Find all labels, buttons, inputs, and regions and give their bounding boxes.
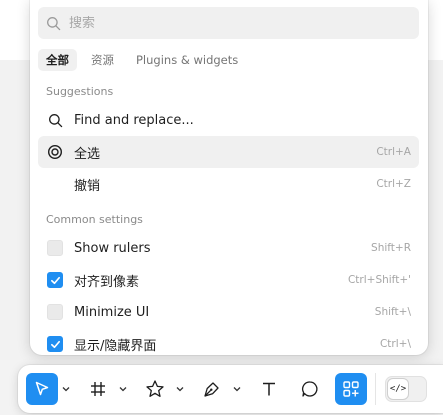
action-undo[interactable]: 撤销 Ctrl+Z (38, 168, 419, 200)
move-tool-dropdown[interactable] (61, 383, 71, 395)
frame-tool-dropdown[interactable] (118, 383, 128, 395)
target-icon (46, 143, 64, 161)
text-t-icon (263, 382, 275, 396)
search-icon (46, 111, 64, 129)
search-box[interactable] (38, 7, 419, 39)
action-label: 撤销 (74, 178, 101, 194)
setting-label: Show rulers (74, 240, 151, 256)
pen-tool-button[interactable] (196, 373, 228, 405)
quick-actions-popup: 全部 资源 Plugins & widgets Suggestions Find… (30, 0, 428, 355)
actions-tool-button[interactable] (335, 373, 367, 405)
chevron-down-icon (119, 387, 127, 392)
toolbar-separator (375, 373, 376, 405)
chevron-down-icon (62, 387, 70, 392)
text-tool-button[interactable] (253, 373, 285, 405)
tab-plugins-widgets[interactable]: Plugins & widgets (128, 49, 246, 71)
checkbox-checked[interactable] (47, 336, 63, 352)
checkbox-checked[interactable] (47, 272, 63, 288)
search-icon (47, 16, 61, 30)
setting-minimize-ui[interactable]: Minimize UI Shift+\ (38, 296, 419, 328)
bottom-toolbar: </> (18, 365, 443, 413)
action-shortcut: Ctrl+A (376, 146, 411, 158)
action-select-all[interactable]: 全选 Ctrl+A (38, 136, 419, 168)
pen-tool-dropdown[interactable] (232, 383, 242, 395)
move-tool-button[interactable] (26, 373, 58, 405)
dev-mode-toggle[interactable]: </> (385, 376, 427, 402)
check-icon (50, 340, 60, 348)
action-label: 全选 (74, 146, 101, 162)
shape-tool-dropdown[interactable] (175, 383, 185, 395)
frame-tool-button[interactable] (82, 373, 114, 405)
search-input[interactable] (69, 15, 389, 31)
comment-tool-button[interactable] (294, 373, 326, 405)
checkbox-unchecked[interactable] (47, 304, 63, 320)
action-shortcut: Ctrl+Z (376, 178, 411, 190)
section-title-suggestions: Suggestions (46, 85, 114, 98)
chevron-down-icon (233, 387, 241, 392)
star-icon (146, 380, 164, 397)
code-icon: </> (387, 378, 409, 400)
tab-assets[interactable]: 资源 (83, 49, 122, 71)
setting-label: 对齐到像素 (74, 274, 140, 290)
setting-label: 显示/隐藏界面 (74, 338, 157, 354)
setting-show-rulers[interactable]: Show rulers Shift+R (38, 232, 419, 264)
setting-label: Minimize UI (74, 304, 150, 320)
setting-toggle-ui[interactable]: 显示/隐藏界面 Ctrl+\ (38, 328, 419, 355)
setting-shortcut: Ctrl+Shift+' (347, 274, 411, 286)
tab-bar: 全部 资源 Plugins & widgets (38, 49, 246, 71)
apps-grid-icon (343, 381, 359, 397)
pen-nib-icon (204, 382, 219, 397)
setting-snap-to-pixel[interactable]: 对齐到像素 Ctrl+Shift+' (38, 264, 419, 296)
check-icon (50, 276, 60, 284)
chevron-down-icon (176, 387, 184, 392)
setting-shortcut: Shift+\ (374, 306, 411, 318)
setting-shortcut: Ctrl+\ (379, 338, 411, 350)
setting-shortcut: Shift+R (371, 242, 411, 254)
checkbox-unchecked[interactable] (47, 240, 63, 256)
frame-hash-icon (91, 382, 105, 396)
cursor-arrow-icon (35, 381, 49, 396)
section-title-common-settings: Common settings (46, 213, 143, 226)
action-label: Find and replace... (74, 112, 194, 128)
action-find-and-replace[interactable]: Find and replace... (38, 104, 419, 136)
comment-bubble-icon (302, 381, 318, 397)
tab-all[interactable]: 全部 (38, 49, 77, 71)
shape-tool-button[interactable] (139, 373, 171, 405)
